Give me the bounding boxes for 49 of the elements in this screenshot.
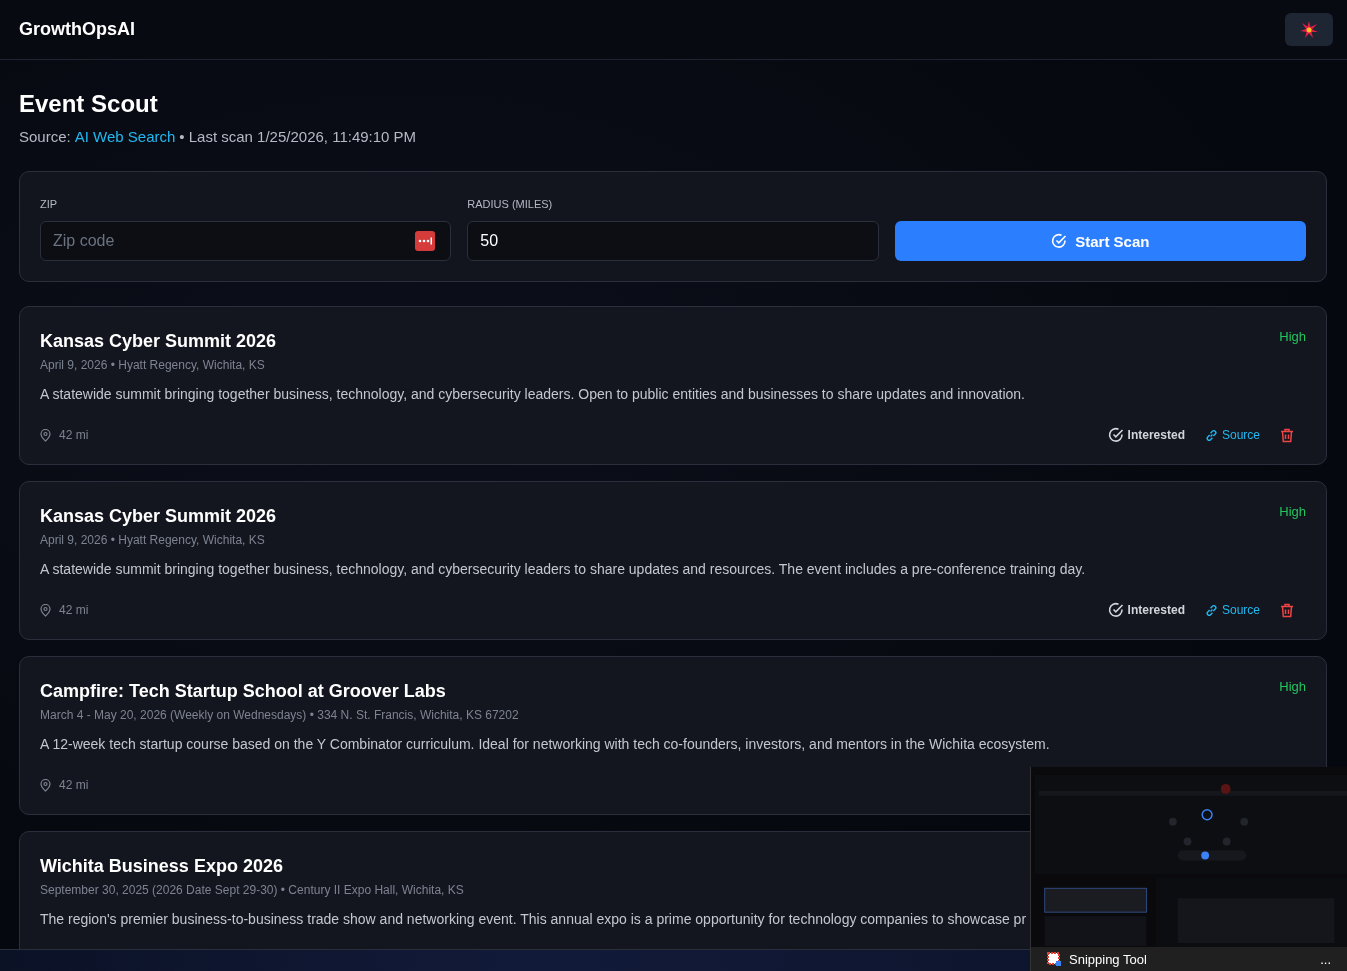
location-pin-icon (40, 778, 51, 792)
priority-label: High (1279, 679, 1306, 694)
event-title: Wichita Business Expo 2026 (40, 856, 283, 877)
page-title: Event Scout (19, 90, 159, 118)
link-icon (1204, 603, 1218, 617)
dots-icon[interactable] (415, 231, 436, 251)
event-description: A 12-week tech startup course based on the Y Combinator curriculum. Ideal for networking with tech co-founders, investors, and mentors in the Wichita ecosystem. (40, 736, 1051, 752)
event-title: Kansas Cyber Summit 2026 (40, 506, 277, 527)
distance-text: 42 mi (59, 778, 89, 792)
event-meta: April 9, 2026 • Hyatt Regency, Wichita, KS (40, 533, 266, 547)
check-circle-icon (1107, 427, 1124, 443)
radius-field[interactable]: 50 (467, 221, 879, 261)
start-scan-button[interactable]: Start Scan (894, 221, 1306, 261)
effects-button[interactable] (1285, 13, 1333, 46)
distance-text: 42 mi (59, 603, 89, 617)
event-description: A statewide summit bringing together business, technology, and cybersecurity leaders to share updates and resources. The event includes a pre-conference training day. (40, 561, 1087, 577)
event-title: Kansas Cyber Summit 2026 (40, 331, 277, 352)
priority-label: High (1279, 504, 1306, 519)
source-link[interactable]: Source (1204, 603, 1260, 617)
zip-field[interactable]: Zip code (40, 221, 452, 261)
zip-label: ZIP (40, 198, 59, 210)
source-link[interactable]: AI Web Search (74, 128, 176, 145)
notification-title: Snipping Tool (1069, 951, 1147, 967)
trash-icon (1280, 602, 1294, 618)
check-circle-icon (1051, 233, 1068, 249)
interested-button[interactable]: Interested (1107, 427, 1185, 443)
link-icon (1204, 428, 1218, 442)
delete-button[interactable] (1280, 602, 1294, 618)
event-meta: September 30, 2025 (2026 Date Sept 29-30) • Century II Expo Hall, Wichita, KS (40, 883, 465, 897)
check-circle-icon (1107, 602, 1124, 618)
source-link[interactable]: Source (1204, 428, 1260, 442)
last-scan-text: • Last scan 1/25/2026, 11:49:10 PM (179, 128, 417, 145)
event-title: Campfire: Tech Startup School at Groover Labs (40, 681, 446, 702)
radius-label: RADIUS (MILES) (467, 198, 554, 210)
source-label: Source: (19, 128, 71, 145)
trash-icon (1280, 427, 1294, 443)
brand-name: GrowthOpsAI (19, 19, 135, 40)
interested-button[interactable]: Interested (1107, 602, 1185, 618)
event-description: The region's premier business-to-business trade show and networking event. This annual expo is a prime opportunity for technology companies to showcase pr (40, 911, 1028, 927)
event-meta: April 9, 2026 • Hyatt Regency, Wichita, KS (40, 358, 266, 372)
starburst-icon (1300, 20, 1318, 39)
delete-button[interactable] (1280, 427, 1294, 443)
location-pin-icon (40, 428, 51, 442)
event-meta: March 4 - May 20, 2026 (Weekly on Wednesdays) • 334 N. St. Francis, Wichita, KS 67202 (40, 708, 520, 722)
more-button[interactable]: ... (1320, 951, 1331, 967)
distance-text: 42 mi (59, 428, 89, 442)
location-pin-icon (40, 603, 51, 617)
event-description: A statewide summit bringing together business, technology, and cybersecurity leaders. Open to public entities and businesses to share updates and innovation. (40, 386, 1026, 402)
priority-label: High (1279, 329, 1306, 344)
